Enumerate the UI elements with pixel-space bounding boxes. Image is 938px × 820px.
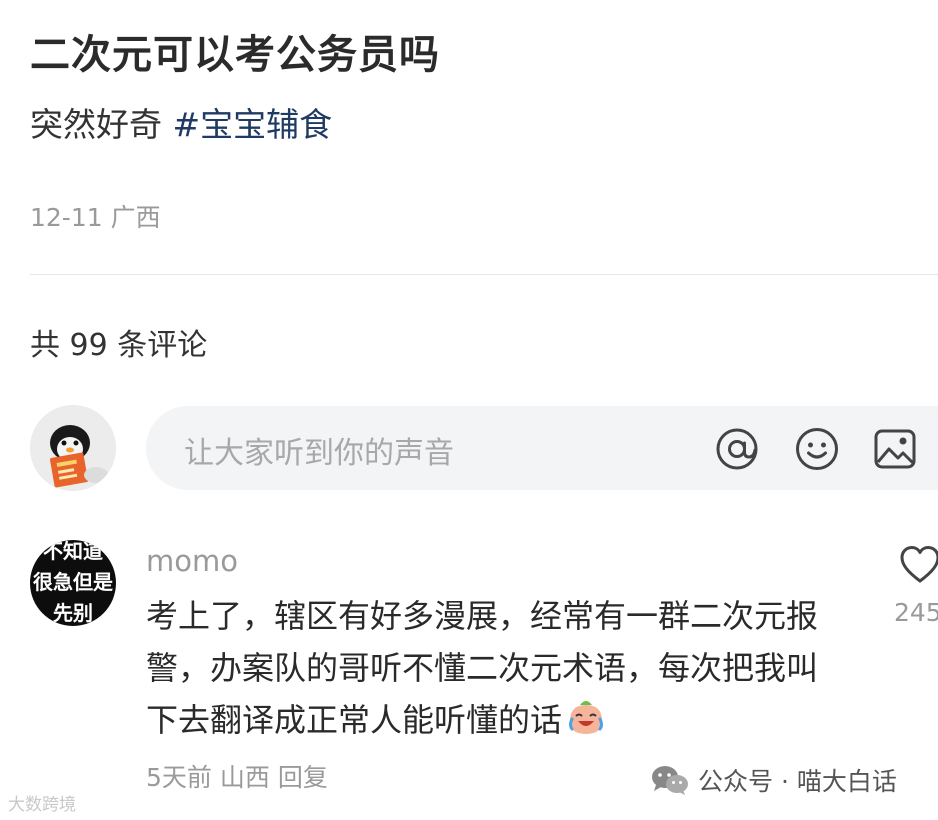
- avatar-text-line: 很急但是: [33, 570, 113, 594]
- commenter-avatar[interactable]: 不知道 很急但是 先别: [30, 540, 116, 626]
- divider: [30, 274, 938, 275]
- like-count: 245: [894, 598, 938, 627]
- comment-input-placeholder: 让大家听到你的声音: [184, 436, 454, 471]
- reply-button[interactable]: 回复: [278, 763, 328, 792]
- at-icon[interactable]: [714, 426, 760, 472]
- post-body-text: 突然好奇: [30, 105, 173, 144]
- like-heart-icon[interactable]: [898, 543, 938, 585]
- avatar-text-line: 不知道: [43, 540, 103, 563]
- my-avatar[interactable]: [30, 405, 116, 491]
- comment-location: 山西: [219, 763, 270, 792]
- comment-input[interactable]: 让大家听到你的声音: [146, 406, 938, 490]
- wechat-icon: [652, 766, 688, 795]
- comment-count: 共 99 条评论: [30, 328, 208, 363]
- watermark-left: 大数跨境: [8, 795, 76, 815]
- comment-body: 考上了，辖区有好多漫展，经常有一群二次元报警，办案队的哥听不懂二次元术语，每次把…: [146, 590, 846, 746]
- image-icon[interactable]: [872, 426, 918, 472]
- comment-text: 考上了，辖区有好多漫展，经常有一群二次元报警，办案队的哥听不懂二次元术语，每次把…: [146, 597, 819, 739]
- post-location: 广西: [110, 203, 161, 232]
- post-meta: 12-11 广西: [30, 198, 161, 234]
- post-detail-page: 二次元可以考公务员吗 突然好奇 #宝宝辅食 12-11 广西 共 99 条评论 …: [0, 0, 938, 820]
- emoji-icon[interactable]: [794, 426, 840, 472]
- comment-time: 5天前: [146, 763, 212, 792]
- comment-meta: 5天前 山西 回复: [146, 758, 328, 794]
- comment-username[interactable]: momo: [146, 544, 238, 578]
- laughing-crying-emoji-icon: [569, 701, 604, 734]
- hashtag-link[interactable]: #宝宝辅食: [173, 105, 333, 144]
- post-body: 突然好奇 #宝宝辅食: [30, 98, 332, 146]
- post-title: 二次元可以考公务员吗: [30, 32, 440, 78]
- penguin-avatar-icon: [30, 405, 116, 491]
- avatar-text-line: 先别: [53, 601, 93, 625]
- watermark-right-text: 公众号 · 喵大白话: [698, 767, 897, 796]
- watermark-right: 公众号 · 喵大白话: [650, 762, 897, 798]
- post-date: 12-11: [30, 203, 103, 232]
